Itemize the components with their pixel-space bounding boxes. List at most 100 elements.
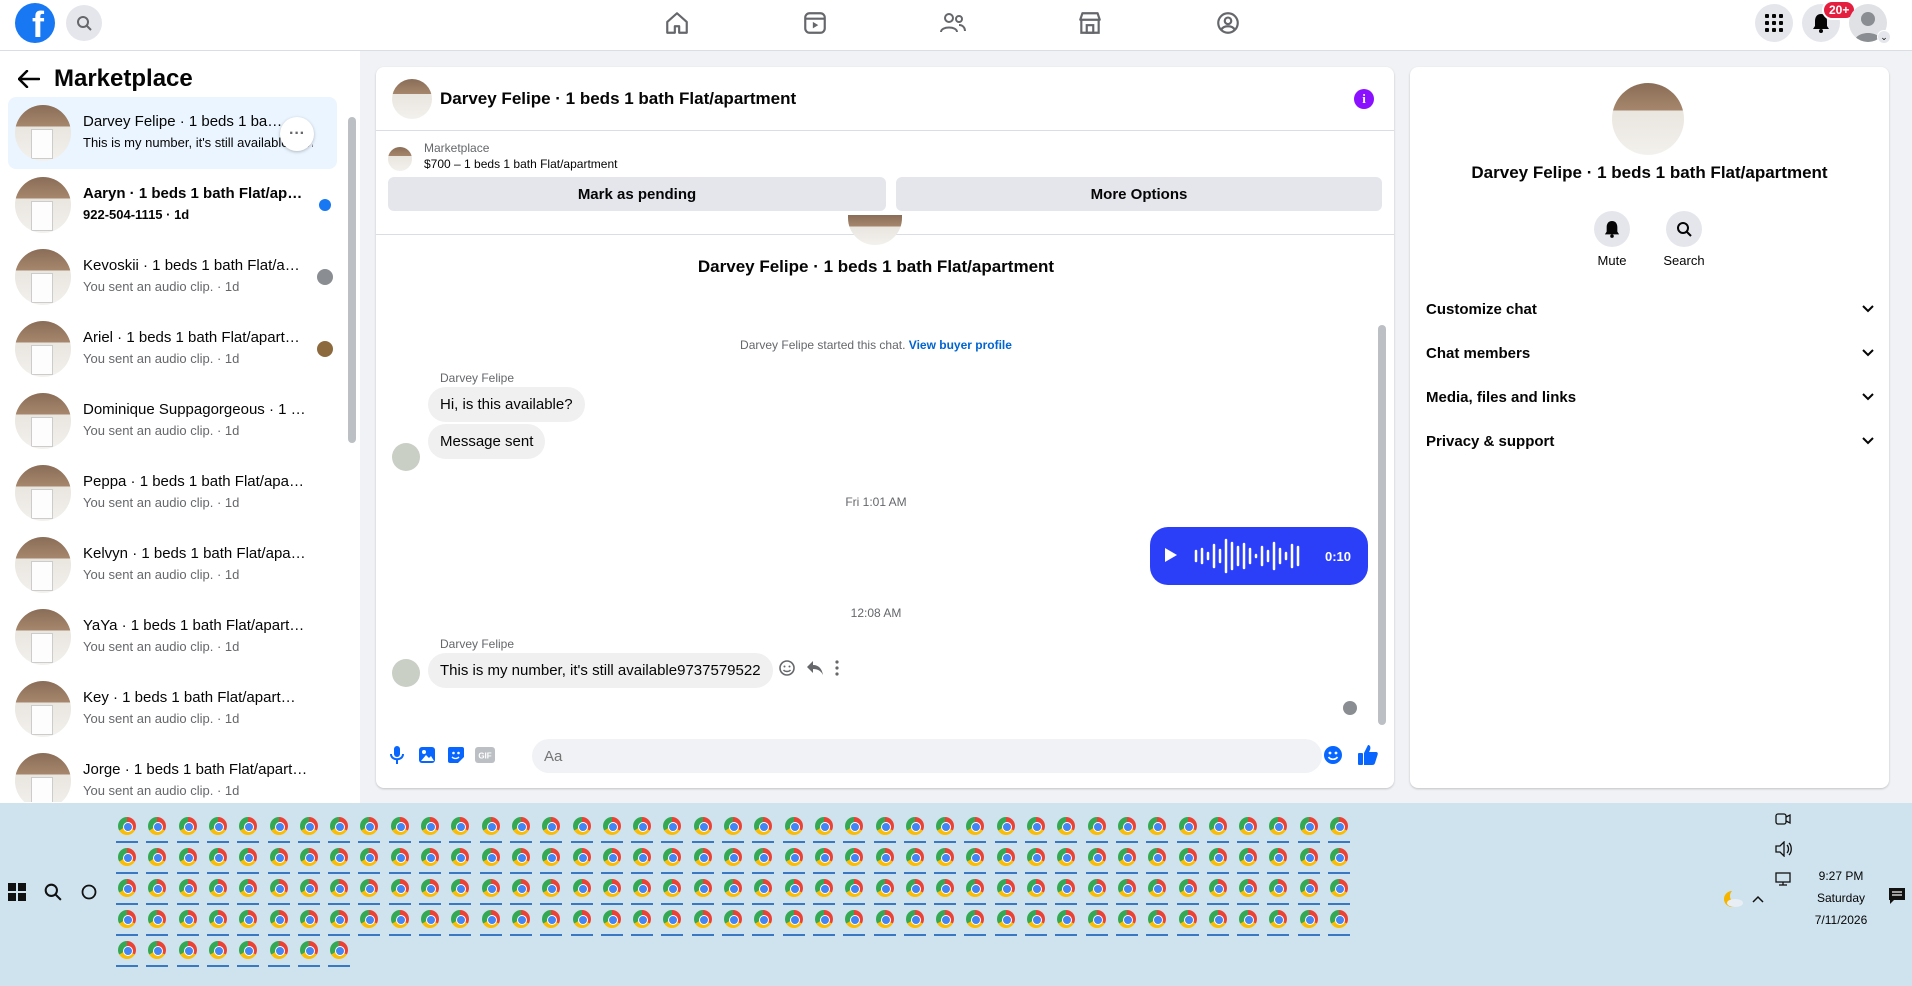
taskbar-app-button[interactable] bbox=[1051, 842, 1081, 874]
taskbar-app-button[interactable] bbox=[233, 811, 263, 843]
taskbar-app-button[interactable] bbox=[476, 904, 506, 936]
gaming-tab[interactable] bbox=[1213, 8, 1243, 38]
taskbar-app-button[interactable] bbox=[536, 873, 566, 905]
taskbar-app-button[interactable] bbox=[1294, 904, 1324, 936]
taskbar-app-button[interactable] bbox=[1021, 811, 1051, 843]
taskbar-app-button[interactable] bbox=[173, 935, 203, 967]
taskbar-app-button[interactable] bbox=[567, 842, 597, 874]
taskbar-app-button[interactable] bbox=[930, 811, 960, 843]
taskbar-app-button[interactable] bbox=[233, 935, 263, 967]
taskbar-app-button[interactable] bbox=[536, 811, 566, 843]
taskbar-app-button[interactable] bbox=[870, 873, 900, 905]
conversation-item[interactable]: Key · 1 beds 1 bath Flat/apartment You s… bbox=[8, 673, 337, 745]
taskbar-app-button[interactable] bbox=[324, 935, 354, 967]
taskbar-app-button[interactable] bbox=[960, 811, 990, 843]
taskbar-app-button[interactable] bbox=[324, 842, 354, 874]
taskbar-app-button[interactable] bbox=[173, 811, 203, 843]
chat-info-avatar[interactable] bbox=[1612, 83, 1684, 155]
taskbar-app-button[interactable] bbox=[506, 811, 536, 843]
taskbar-app-button[interactable] bbox=[112, 873, 142, 905]
taskbar-app-button[interactable] bbox=[142, 842, 172, 874]
taskbar-app-button[interactable] bbox=[506, 842, 536, 874]
taskbar-app-button[interactable] bbox=[870, 811, 900, 843]
chat-members-section[interactable]: Chat members bbox=[1426, 335, 1874, 371]
taskbar-app-button[interactable] bbox=[748, 842, 778, 874]
taskbar-app-button[interactable] bbox=[960, 873, 990, 905]
taskbar-app-button[interactable] bbox=[1173, 811, 1203, 843]
taskbar-app-button[interactable] bbox=[1142, 811, 1172, 843]
taskbar-app-button[interactable] bbox=[385, 811, 415, 843]
menu-button[interactable] bbox=[1755, 4, 1793, 42]
taskbar-app-button[interactable] bbox=[1082, 904, 1112, 936]
taskbar-app-button[interactable] bbox=[173, 842, 203, 874]
taskbar-app-button[interactable] bbox=[1294, 873, 1324, 905]
account-chevron-icon[interactable]: ⌄ bbox=[1877, 30, 1891, 44]
taskbar-app-button[interactable] bbox=[1142, 873, 1172, 905]
taskbar-app-button[interactable] bbox=[597, 842, 627, 874]
taskbar-app-button[interactable] bbox=[930, 842, 960, 874]
message-input[interactable] bbox=[532, 739, 1322, 773]
taskbar-app-button[interactable] bbox=[324, 811, 354, 843]
taskbar-app-button[interactable] bbox=[839, 842, 869, 874]
taskbar-app-button[interactable] bbox=[1173, 904, 1203, 936]
taskbar-app-button[interactable] bbox=[1233, 873, 1263, 905]
play-icon[interactable] bbox=[1164, 547, 1178, 563]
taskbar-app-button[interactable] bbox=[870, 842, 900, 874]
taskbar-app-button[interactable] bbox=[294, 811, 324, 843]
taskbar-app-button[interactable] bbox=[779, 842, 809, 874]
taskbar-app-button[interactable] bbox=[1203, 904, 1233, 936]
taskbar-app-button[interactable] bbox=[1173, 873, 1203, 905]
conversation-item[interactable]: YaYa · 1 beds 1 bath Flat/apartment You … bbox=[8, 601, 337, 673]
taskbar-app-button[interactable] bbox=[536, 904, 566, 936]
taskbar-app-button[interactable] bbox=[445, 811, 475, 843]
taskbar-app-button[interactable] bbox=[688, 873, 718, 905]
conversation-item[interactable]: Dominique Suppagorgeous · 1 beds 1 bath … bbox=[8, 385, 337, 457]
taskbar-app-button[interactable] bbox=[445, 842, 475, 874]
taskbar-app-button[interactable] bbox=[264, 873, 294, 905]
taskbar-app-button[interactable] bbox=[476, 873, 506, 905]
taskbar-app-button[interactable] bbox=[1294, 811, 1324, 843]
sticker-button[interactable] bbox=[445, 744, 467, 766]
taskbar-app-button[interactable] bbox=[688, 842, 718, 874]
taskbar-app-button[interactable] bbox=[1112, 842, 1142, 874]
taskbar-app-button[interactable] bbox=[809, 842, 839, 874]
taskbar-app-button[interactable] bbox=[779, 904, 809, 936]
taskbar-app-button[interactable] bbox=[1233, 811, 1263, 843]
taskbar-app-button[interactable] bbox=[445, 873, 475, 905]
conversation-item[interactable]: Aaryn · 1 beds 1 bath Flat/apartment 922… bbox=[8, 169, 337, 241]
taskbar-app-button[interactable] bbox=[1324, 811, 1354, 843]
taskbar-app-button[interactable] bbox=[1112, 873, 1142, 905]
taskbar-app-button[interactable] bbox=[1294, 842, 1324, 874]
taskbar-app-button[interactable] bbox=[1082, 842, 1112, 874]
info-icon[interactable]: i bbox=[1354, 89, 1374, 109]
taskbar-app-button[interactable] bbox=[930, 873, 960, 905]
taskbar-app-button[interactable] bbox=[1051, 811, 1081, 843]
taskbar-app-button[interactable] bbox=[930, 904, 960, 936]
more-options-button[interactable]: More Options bbox=[896, 177, 1382, 211]
message-bubble[interactable]: This is my number, it's still available9… bbox=[428, 653, 773, 688]
taskbar-app-button[interactable] bbox=[142, 873, 172, 905]
taskbar-app-button[interactable] bbox=[718, 873, 748, 905]
taskbar-app-button[interactable] bbox=[203, 904, 233, 936]
media-files-links-section[interactable]: Media, files and links bbox=[1426, 379, 1874, 415]
taskbar-app-button[interactable] bbox=[506, 873, 536, 905]
taskbar-app-button[interactable] bbox=[415, 873, 445, 905]
taskbar-app-button[interactable] bbox=[779, 873, 809, 905]
conversation-item[interactable]: Jorge · 1 beds 1 bath Flat/apartment You… bbox=[8, 745, 337, 802]
weather-icon[interactable] bbox=[1722, 887, 1746, 911]
notifications-center-icon[interactable] bbox=[1888, 887, 1906, 905]
taskbar-app-button[interactable] bbox=[112, 842, 142, 874]
taskbar-app-button[interactable] bbox=[627, 904, 657, 936]
windows-start-icon[interactable] bbox=[8, 883, 26, 901]
taskbar-app-button[interactable] bbox=[748, 873, 778, 905]
taskbar-app-button[interactable] bbox=[597, 904, 627, 936]
meet-now-icon[interactable] bbox=[1775, 811, 1791, 827]
emoji-button[interactable] bbox=[1322, 744, 1344, 766]
chat-title[interactable]: Darvey Felipe · 1 beds 1 bath Flat/apart… bbox=[440, 89, 796, 109]
taskbar-app-button[interactable] bbox=[294, 842, 324, 874]
like-button[interactable] bbox=[1357, 744, 1379, 766]
taskbar-app-button[interactable] bbox=[900, 873, 930, 905]
taskbar-app-button[interactable] bbox=[900, 842, 930, 874]
taskbar-app-button[interactable] bbox=[839, 873, 869, 905]
taskbar-app-button[interactable] bbox=[718, 811, 748, 843]
